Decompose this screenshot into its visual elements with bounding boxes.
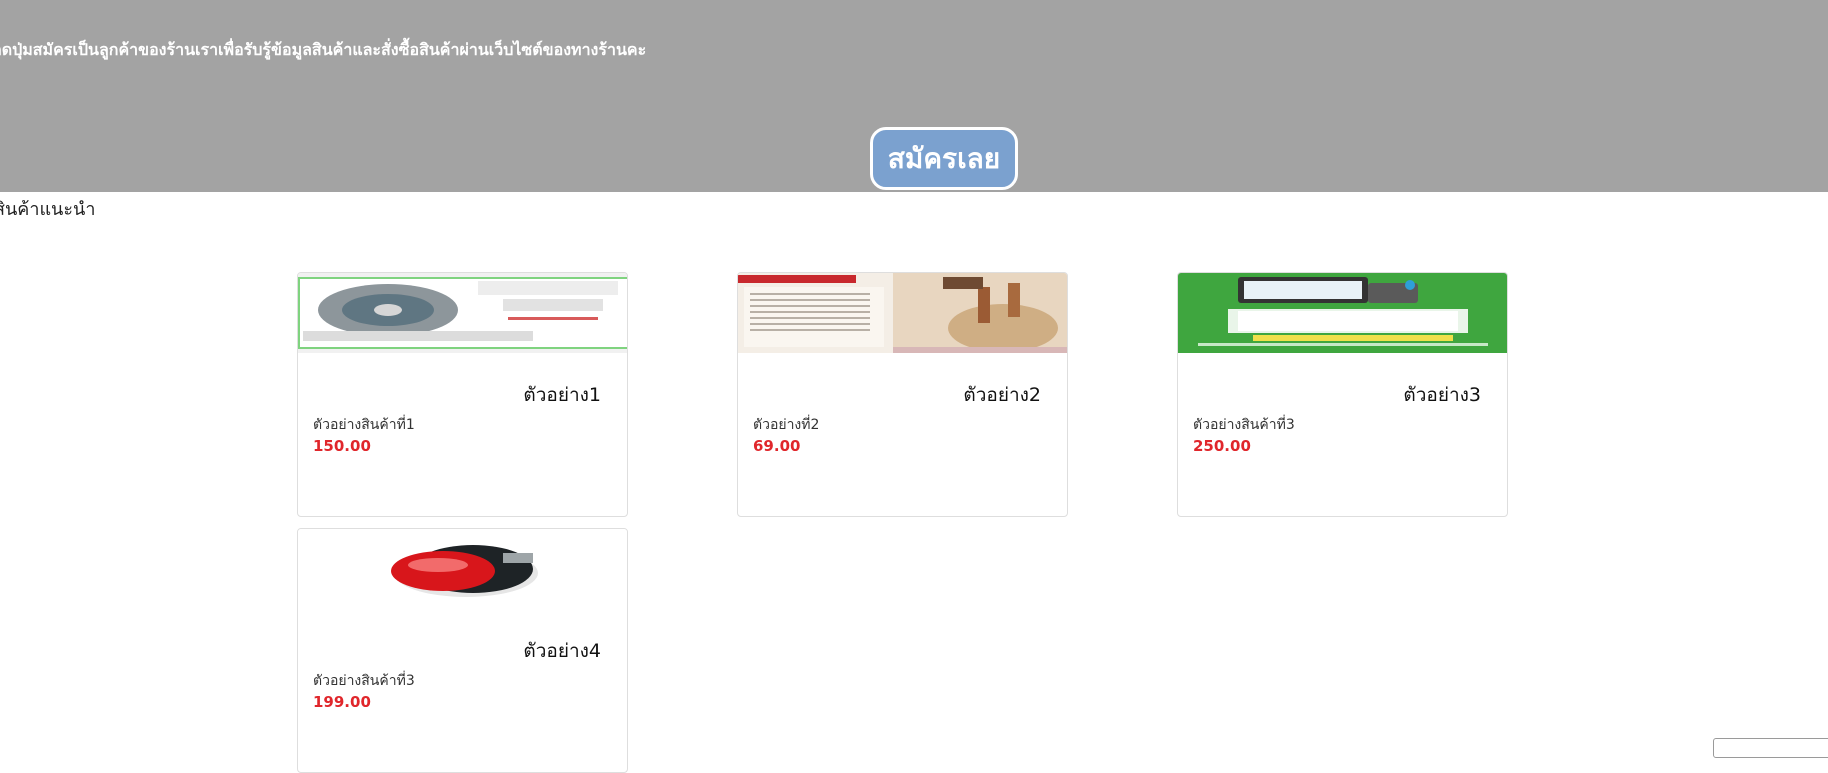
- product-card[interactable]: ตัวอย่าง1 ตัวอย่างสินค้าที่1 150.00: [297, 272, 628, 517]
- product-price: 69.00: [753, 437, 801, 455]
- product-price: 250.00: [1193, 437, 1251, 455]
- product-card[interactable]: ตัวอย่าง2 ตัวอย่างที่2 69.00: [737, 272, 1068, 517]
- product-title[interactable]: ตัวอย่าง1: [523, 380, 601, 410]
- product-description: ตัวอย่างสินค้าที่3: [1193, 417, 1295, 433]
- product-description: ตัวอย่างสินค้าที่1: [313, 417, 415, 433]
- signup-banner: กดปุ่มสมัครเป็นลูกค้าของร้านเราเพื่อรับร…: [0, 0, 1828, 192]
- product-image-php-book[interactable]: [1178, 273, 1507, 353]
- signup-button[interactable]: สมัครเลย: [870, 127, 1018, 190]
- corner-widget[interactable]: [1713, 738, 1828, 758]
- product-card[interactable]: ตัวอย่าง3 ตัวอย่างสินค้าที่3 250.00: [1177, 272, 1508, 517]
- product-image-book-page[interactable]: [738, 273, 1067, 353]
- banner-message: กดปุ่มสมัครเป็นลูกค้าของร้านเราเพื่อรับร…: [0, 40, 647, 59]
- product-price: 150.00: [313, 437, 371, 455]
- product-title[interactable]: ตัวอย่าง3: [1403, 380, 1481, 410]
- product-description: ตัวอย่างที่2: [753, 417, 820, 433]
- product-price: 199.00: [313, 693, 371, 711]
- product-title[interactable]: ตัวอย่าง4: [523, 636, 601, 666]
- product-image-red-button[interactable]: [298, 529, 627, 609]
- product-card[interactable]: ตัวอย่าง4 ตัวอย่างสินค้าที่3 199.00: [297, 528, 628, 773]
- product-image-led-strip[interactable]: [298, 273, 627, 353]
- product-description: ตัวอย่างสินค้าที่3: [313, 673, 415, 689]
- section-title-recommended: สินค้าแนะนำ: [0, 199, 96, 220]
- product-title[interactable]: ตัวอย่าง2: [963, 380, 1041, 410]
